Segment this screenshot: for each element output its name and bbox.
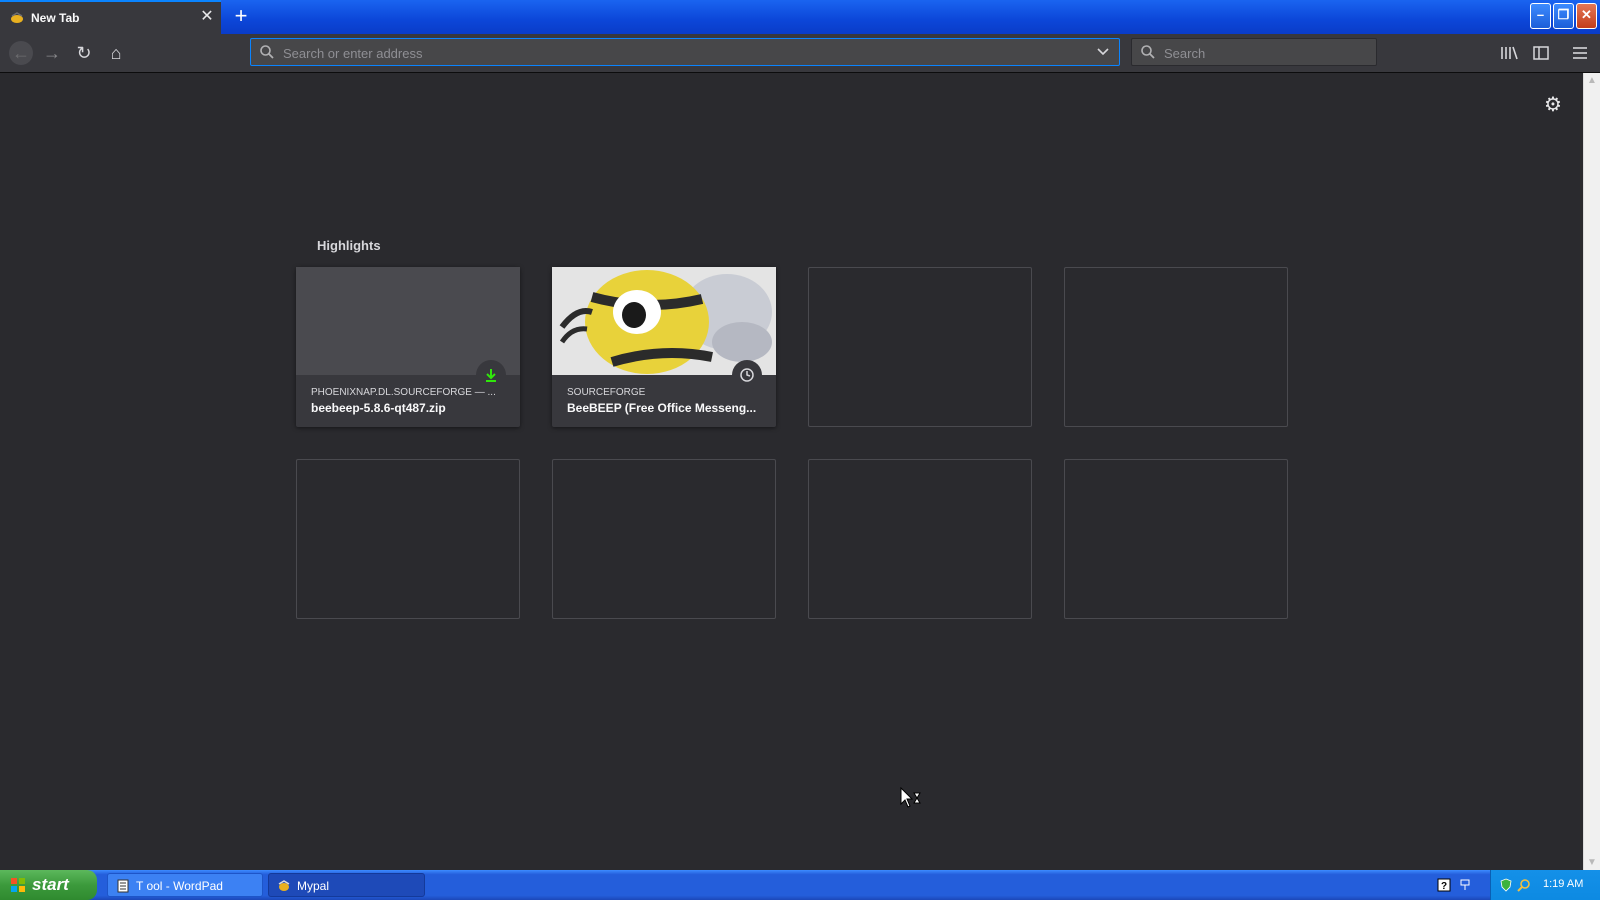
highlight-card[interactable]: SOURCEFORGE BeeBEEP (Free Office Messeng… bbox=[552, 267, 776, 427]
start-label: start bbox=[32, 875, 69, 894]
card-host: PHOENIXNAP.DL.SOURCEFORGE — ... bbox=[311, 387, 496, 398]
windows-flag-icon bbox=[11, 878, 25, 892]
svg-text:?: ? bbox=[1441, 881, 1447, 892]
scroll-up-arrow-icon[interactable]: ▲ bbox=[1587, 75, 1597, 86]
tab-close-icon[interactable]: ✕ bbox=[198, 8, 216, 26]
download-icon bbox=[476, 360, 506, 390]
taskbar-item-mypal[interactable]: Mypal bbox=[268, 873, 425, 897]
home-icon[interactable]: ⌂ bbox=[106, 43, 126, 63]
taskbar-item-wordpad[interactable]: T ool - WordPad bbox=[107, 873, 263, 897]
search-icon[interactable] bbox=[1517, 878, 1531, 892]
history-icon bbox=[732, 360, 762, 390]
empty-highlight-slot bbox=[808, 459, 1032, 619]
forward-arrow-icon[interactable]: → bbox=[42, 43, 62, 63]
empty-highlight-slot bbox=[1064, 267, 1288, 427]
card-title: BeeBEEP (Free Office Messeng... bbox=[567, 401, 757, 415]
empty-highlight-slot bbox=[1064, 459, 1288, 619]
empty-highlight-slot bbox=[296, 459, 520, 619]
empty-highlight-slot bbox=[808, 267, 1032, 427]
highlights-heading: Highlights bbox=[317, 238, 381, 253]
vertical-scrollbar[interactable]: ▲ ▼ bbox=[1583, 73, 1600, 870]
gear-icon[interactable]: ⚙ bbox=[1543, 95, 1563, 115]
scroll-down-arrow-icon[interactable]: ▼ bbox=[1587, 857, 1597, 868]
card-thumbnail bbox=[552, 267, 776, 375]
window-minimize-button[interactable]: – bbox=[1530, 3, 1551, 29]
mypal-icon bbox=[278, 880, 290, 891]
search-input[interactable] bbox=[1162, 42, 1366, 64]
search-icon bbox=[260, 45, 274, 59]
address-input[interactable] bbox=[281, 42, 1075, 64]
wordpad-icon bbox=[117, 879, 129, 893]
navigation-toolbar: ← → ↻ ⌂ bbox=[0, 34, 1600, 73]
search-bar[interactable] bbox=[1131, 38, 1377, 66]
card-host: SOURCEFORGE bbox=[567, 387, 646, 398]
chevron-down-icon[interactable] bbox=[1095, 43, 1111, 61]
bee-image bbox=[552, 267, 776, 375]
network-icon[interactable] bbox=[1458, 878, 1472, 892]
card-thumbnail bbox=[296, 267, 520, 375]
highlight-card[interactable]: PHOENIXNAP.DL.SOURCEFORGE — ... beebeep-… bbox=[296, 267, 520, 427]
library-icon[interactable] bbox=[1499, 43, 1519, 63]
start-button[interactable]: start bbox=[0, 870, 97, 900]
tab-new-tab[interactable]: New Tab ✕ bbox=[0, 0, 221, 34]
card-title: beebeep-5.8.6-qt487.zip bbox=[311, 401, 446, 415]
address-bar[interactable] bbox=[250, 38, 1120, 66]
new-tab-plus-icon[interactable]: + bbox=[231, 5, 251, 27]
taskbar-item-label: T ool - WordPad bbox=[136, 879, 223, 893]
reload-icon[interactable]: ↻ bbox=[74, 43, 94, 63]
busy-cursor-icon bbox=[900, 787, 921, 808]
taskbar-item-label: Mypal bbox=[297, 879, 330, 893]
clock: 1:19 AM bbox=[1543, 878, 1584, 890]
mypal-favicon-icon bbox=[11, 12, 23, 23]
search-icon bbox=[1141, 45, 1155, 59]
window-close-button[interactable]: ✕ bbox=[1576, 3, 1597, 29]
empty-highlight-slot bbox=[552, 459, 776, 619]
help-icon[interactable]: ? bbox=[1437, 878, 1451, 892]
tab-title: New Tab bbox=[31, 11, 80, 25]
hamburger-menu-icon[interactable] bbox=[1570, 43, 1590, 63]
title-bar: New Tab ✕ + – ❐ ✕ bbox=[0, 0, 1600, 34]
window-restore-button[interactable]: ❐ bbox=[1553, 3, 1574, 29]
back-arrow-icon[interactable]: ← bbox=[9, 41, 33, 65]
system-tray: 1:19 AM bbox=[1490, 870, 1600, 900]
taskbar: start T ool - WordPad Mypal ? 1:19 AM bbox=[0, 870, 1600, 900]
sidebar-icon[interactable] bbox=[1531, 43, 1551, 63]
shield-icon[interactable] bbox=[1499, 878, 1513, 892]
